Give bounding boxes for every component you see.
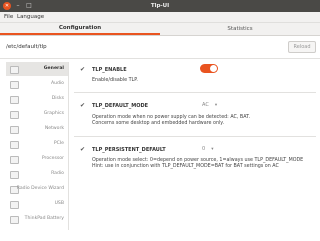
chevron-down-icon: ▾	[211, 147, 214, 152]
sidebar-item-label: Network	[44, 126, 64, 131]
sidebar-item-disks[interactable]: Disks	[6, 92, 68, 106]
sidebar-item-pcie[interactable]: PCIe	[6, 137, 68, 151]
menu-file[interactable]: File	[4, 14, 13, 20]
pcie-icon	[10, 141, 19, 149]
toggle-knob	[210, 65, 217, 72]
divider	[74, 136, 316, 137]
audio-icon	[10, 81, 19, 89]
sidebar-item-radio[interactable]: Radio	[6, 167, 68, 181]
usb-icon	[10, 201, 19, 209]
setting-name: TLP_DEFAULT_MODE	[92, 103, 149, 109]
category-sidebar: General Audio Disks Graphics Network PCI…	[6, 62, 69, 230]
menu-language[interactable]: Language	[17, 14, 44, 20]
sidebar-item-general[interactable]: General	[6, 62, 68, 76]
tab-bar: Configuration Statistics	[0, 23, 320, 36]
graphics-icon	[10, 111, 19, 119]
sidebar-item-network[interactable]: Network	[6, 122, 68, 136]
divider	[74, 92, 316, 93]
setting-description: Enable/disable TLP.	[92, 78, 138, 83]
setting-name: TLP_PERSISTENT_DEFAULT	[92, 147, 166, 153]
sidebar-item-label: Radio	[51, 171, 64, 176]
network-icon	[10, 126, 19, 134]
tlp-enable-toggle[interactable]	[200, 64, 218, 73]
sidebar-item-label: Processor	[41, 156, 64, 161]
general-icon	[10, 66, 19, 74]
menu-bar: File Language	[0, 12, 320, 23]
title-bar: ✕ – □ Tlp-UI	[0, 0, 320, 12]
sidebar-item-label: Audio	[50, 81, 64, 86]
reload-button[interactable]: Reload	[288, 41, 316, 53]
radio-icon	[10, 171, 19, 179]
setting-description: Concerns some desktop and embedded hardw…	[92, 121, 224, 126]
window-title: Tlp-UI	[150, 3, 170, 9]
setting-name: TLP_ENABLE	[92, 67, 127, 73]
path-bar: /etc/default/tlp Reload	[0, 36, 320, 59]
select-value: 0	[202, 146, 206, 152]
sidebar-item-label: PCIe	[53, 141, 64, 146]
check-icon[interactable]: ✔	[80, 146, 85, 153]
config-path: /etc/default/tlp	[6, 44, 47, 50]
sidebar-item-processor[interactable]: Processor	[6, 152, 68, 166]
sidebar-item-label: General	[43, 66, 64, 71]
sidebar-item-label: ThinkPad Battery	[24, 216, 64, 221]
sidebar-item-thinkpad-battery[interactable]: ThinkPad Battery	[6, 212, 68, 226]
chevron-down-icon: ▾	[214, 103, 218, 108]
tab-statistics[interactable]: Statistics	[160, 23, 320, 35]
check-icon[interactable]: ✔	[80, 66, 85, 73]
select-value: AC	[202, 102, 209, 108]
sidebar-item-label: USB	[54, 201, 64, 206]
sidebar-item-label: Radio Device Wizard	[16, 186, 64, 191]
sidebar-item-audio[interactable]: Audio	[6, 77, 68, 91]
sidebar-item-radio-device-wizard[interactable]: Radio Device Wizard	[6, 182, 68, 196]
persistent-default-select[interactable]: 0 ▾	[202, 146, 213, 152]
sidebar-item-label: Graphics	[43, 111, 64, 116]
battery-icon	[10, 216, 19, 224]
setting-description: Hint: use in conjunction with TLP_DEFAUL…	[92, 164, 279, 169]
sidebar-item-usb[interactable]: USB	[6, 197, 68, 211]
disk-icon	[10, 96, 19, 104]
sidebar-item-label: Disks	[51, 96, 64, 101]
check-icon[interactable]: ✔	[80, 102, 85, 109]
default-mode-select[interactable]: AC ▾	[202, 102, 217, 108]
tab-configuration[interactable]: Configuration	[0, 23, 160, 35]
sidebar-item-graphics[interactable]: Graphics	[6, 107, 68, 121]
processor-icon	[10, 156, 19, 164]
